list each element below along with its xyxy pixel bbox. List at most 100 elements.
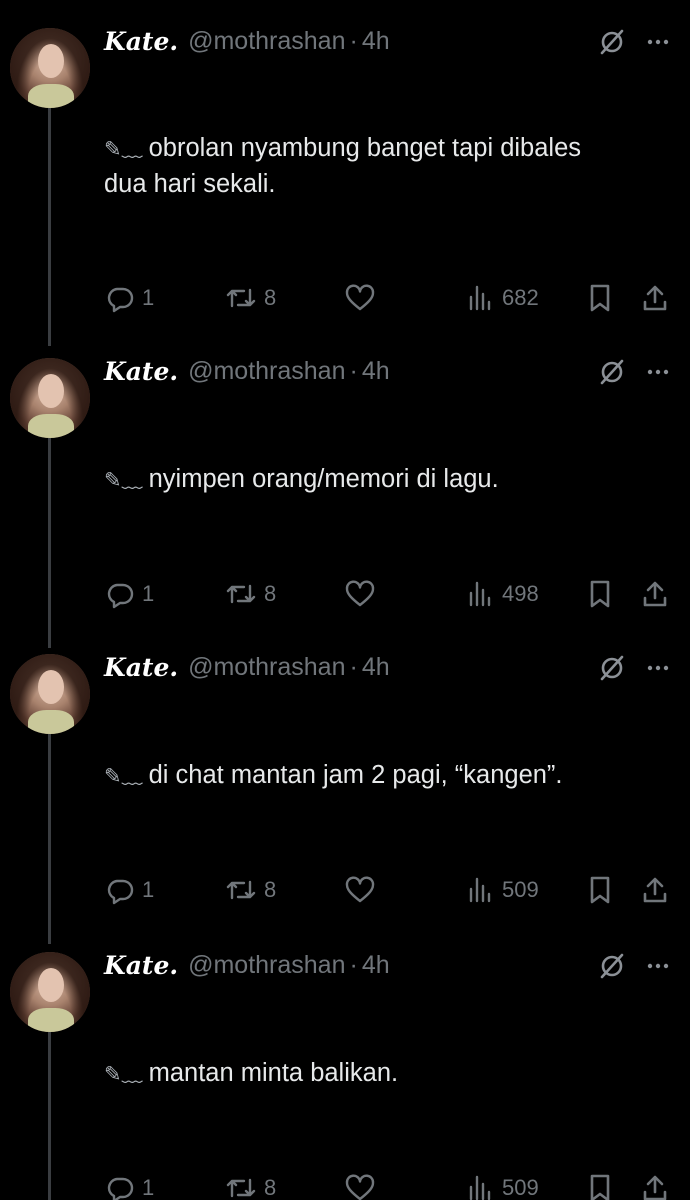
bookmark-button[interactable]	[586, 1170, 614, 1200]
reply-button[interactable]: 1	[104, 280, 154, 316]
tweet[interactable]: Kate. @mothrashan · 4h ✎﹏ obrolan nyambun…	[0, 0, 690, 346]
display-name[interactable]: Kate.	[104, 357, 178, 386]
user-handle[interactable]: @mothrashan	[188, 27, 345, 56]
retweet-icon	[226, 1178, 256, 1198]
reply-button[interactable]: 1	[104, 1170, 154, 1200]
bookmark-icon	[590, 876, 610, 904]
user-handle[interactable]: @mothrashan	[188, 951, 345, 980]
share-icon	[643, 285, 667, 311]
retweet-button[interactable]: 8	[224, 1170, 276, 1200]
reply-count: 1	[142, 877, 155, 902]
reply-icon	[107, 287, 134, 313]
retweet-button[interactable]: 8	[224, 280, 276, 316]
action-bar: 1 8 498	[0, 576, 690, 612]
timestamp[interactable]: 4h	[362, 27, 390, 56]
avatar[interactable]	[10, 28, 90, 108]
avatar[interactable]	[10, 358, 90, 438]
pencil-icon: ✎﹏	[104, 469, 143, 492]
timestamp[interactable]: 4h	[362, 357, 390, 386]
retweet-count: 8	[264, 285, 277, 310]
like-button[interactable]	[344, 576, 376, 612]
share-icon	[643, 581, 667, 607]
bookmark-button[interactable]	[586, 280, 614, 316]
user-handle[interactable]: @mothrashan	[188, 357, 345, 386]
heart-icon	[345, 876, 375, 903]
bookmark-icon	[590, 284, 610, 312]
retweet-icon	[226, 584, 256, 604]
tweet-text-line: di chat mantan jam 2 pagi, “kangen”.	[148, 761, 563, 789]
view-count: 509	[502, 1175, 539, 1200]
tweet-text: ✎﹏ nyimpen orang/memori di lagu.	[104, 462, 644, 498]
more-icon[interactable]	[644, 654, 672, 682]
bookmark-icon	[590, 1174, 610, 1200]
timeline-feed: Kate. @mothrashan · 4h ✎﹏ obrolan nyambun…	[0, 0, 690, 1200]
display-name[interactable]: Kate.	[104, 951, 178, 980]
tweet-text: ✎﹏ di chat mantan jam 2 pagi, “kangen”.	[104, 758, 644, 794]
more-icon[interactable]	[644, 952, 672, 980]
like-button[interactable]	[344, 1170, 376, 1200]
share-button[interactable]	[640, 280, 670, 316]
separator-dot: ·	[349, 26, 358, 55]
action-bar: 1 8 682	[0, 280, 690, 316]
tweet-header: Kate. @mothrashan · 4h	[104, 652, 390, 682]
separator-dot: ·	[349, 950, 358, 979]
tweet-text-line: nyimpen orang/memori di lagu.	[148, 465, 499, 493]
bookmark-button[interactable]	[586, 576, 614, 612]
reply-icon	[107, 879, 134, 905]
avatar[interactable]	[10, 952, 90, 1032]
pencil-icon: ✎﹏	[104, 1063, 143, 1086]
views-icon	[469, 877, 491, 903]
more-icon[interactable]	[644, 28, 672, 56]
share-button[interactable]	[640, 1170, 670, 1200]
grok-icon[interactable]	[598, 358, 626, 386]
reply-count: 1	[142, 1175, 155, 1200]
tweet-text: ✎﹏ obrolan nyambung banget tapi dibales d…	[104, 131, 644, 201]
tweet[interactable]: Kate. @mothrashan · 4h ✎﹏ nyimpen orang/m…	[0, 330, 690, 648]
like-button[interactable]	[344, 280, 376, 316]
action-bar: 1 8 509	[0, 1170, 690, 1200]
bookmark-button[interactable]	[586, 872, 614, 908]
views-icon	[469, 285, 491, 311]
retweet-count: 8	[264, 581, 277, 606]
thread-line	[48, 438, 51, 648]
share-button[interactable]	[640, 872, 670, 908]
views-button[interactable]: 498	[466, 576, 539, 612]
retweet-icon	[226, 288, 256, 308]
heart-icon	[345, 580, 375, 607]
share-button[interactable]	[640, 576, 670, 612]
reply-button[interactable]: 1	[104, 576, 154, 612]
retweet-count: 8	[264, 1175, 277, 1200]
retweet-icon	[226, 880, 256, 900]
share-icon	[643, 877, 667, 903]
views-button[interactable]: 682	[466, 280, 539, 316]
tweet-text-line: dua hari sekali.	[104, 170, 276, 198]
timestamp[interactable]: 4h	[362, 653, 390, 682]
view-count: 498	[502, 581, 539, 606]
like-button[interactable]	[344, 872, 376, 908]
retweet-button[interactable]: 8	[224, 576, 276, 612]
separator-dot: ·	[349, 652, 358, 681]
tweet[interactable]: Kate. @mothrashan · 4h ✎﹏ di chat mantan …	[0, 626, 690, 944]
heart-icon	[345, 1174, 375, 1200]
view-count: 509	[502, 877, 539, 902]
avatar[interactable]	[10, 654, 90, 734]
view-count: 682	[502, 285, 539, 310]
display-name[interactable]: Kate.	[104, 27, 178, 56]
tweet-header: Kate. @mothrashan · 4h	[104, 356, 390, 386]
user-handle[interactable]: @mothrashan	[188, 653, 345, 682]
grok-icon[interactable]	[598, 654, 626, 682]
views-button[interactable]: 509	[466, 872, 539, 908]
timestamp[interactable]: 4h	[362, 951, 390, 980]
display-name[interactable]: Kate.	[104, 653, 178, 682]
retweet-button[interactable]: 8	[224, 872, 276, 908]
tweet-header: Kate. @mothrashan · 4h	[104, 26, 390, 56]
thread-line	[48, 734, 51, 944]
pencil-icon: ✎﹏	[104, 138, 143, 161]
more-icon[interactable]	[644, 358, 672, 386]
tweet[interactable]: Kate. @mothrashan · 4h ✎﹏ mantan minta ba…	[0, 922, 690, 1200]
views-button[interactable]: 509	[466, 1170, 539, 1200]
grok-icon[interactable]	[598, 952, 626, 980]
reply-button[interactable]: 1	[104, 872, 154, 908]
share-icon	[643, 1175, 667, 1200]
grok-icon[interactable]	[598, 28, 626, 56]
